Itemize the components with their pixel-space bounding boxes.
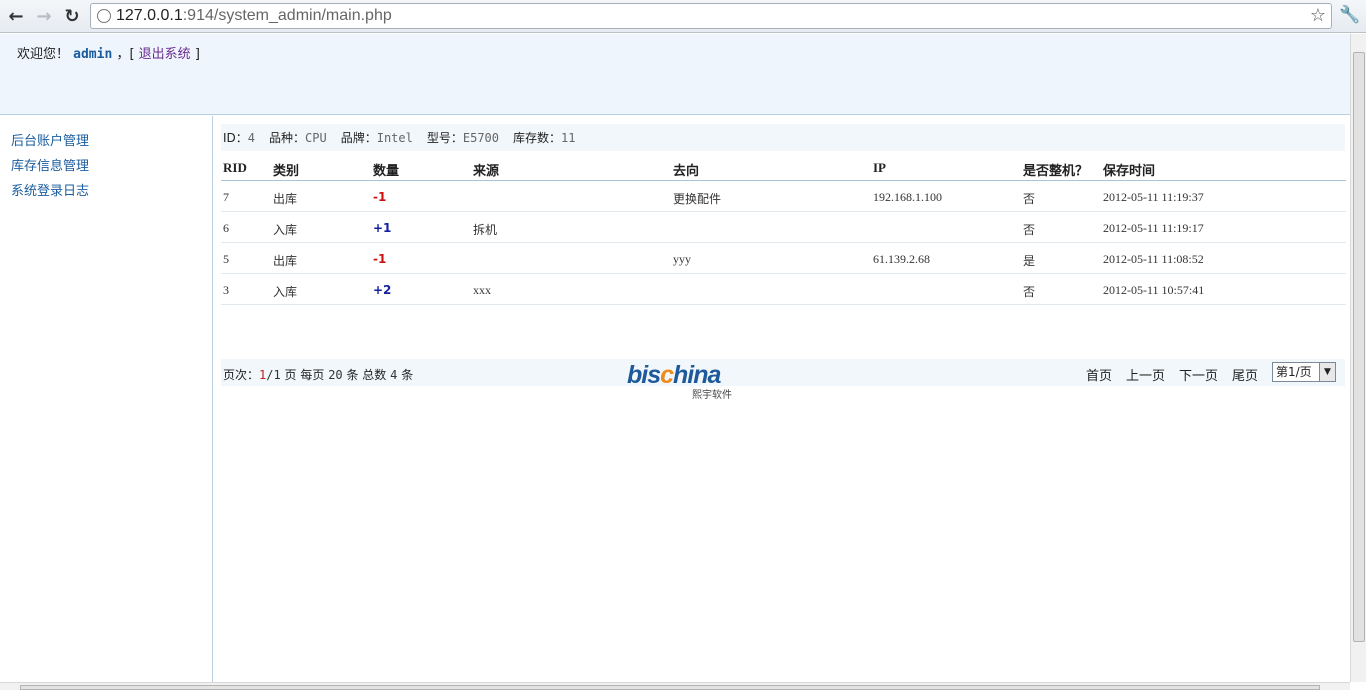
forward-arrow-icon[interactable]: → xyxy=(33,5,55,27)
page-select-value: 第1/页 xyxy=(1276,365,1312,379)
header-rid: RID xyxy=(223,160,247,175)
brand-value: Intel xyxy=(376,130,413,145)
table-row: 7 出库 -1 更换配件 192.168.1.100 否 2012-05-11 … xyxy=(221,181,1346,212)
cell-whole: 否 xyxy=(1023,285,1036,299)
cell-rid: 7 xyxy=(223,190,229,204)
per-page-value: 20 xyxy=(328,368,343,382)
id-value: 4 xyxy=(247,130,256,145)
cell-rid: 5 xyxy=(223,252,229,266)
cell-time: 2012-05-11 11:08:52 xyxy=(1103,252,1204,266)
model-label: 型号： xyxy=(426,131,463,145)
sidebar: 后台账户管理 库存信息管理 系统登录日志 xyxy=(0,116,213,682)
stock-value: 11 xyxy=(561,130,576,145)
logo-subtitle: 熙宇软件 xyxy=(692,390,732,401)
username: admin xyxy=(73,47,113,62)
cell-dest: 更换配件 xyxy=(673,192,722,206)
brand-label: 品牌： xyxy=(340,131,377,145)
browser-toolbar: ← → ↻ 127.0.0.1:914/system_admin/main.ph… xyxy=(0,0,1366,33)
logout-link[interactable]: 退出系统 xyxy=(139,47,191,62)
globe-icon xyxy=(97,9,111,23)
url-text[interactable]: 127.0.0.1:914/system_admin/main.php xyxy=(116,7,392,25)
cell-whole: 否 xyxy=(1023,192,1036,206)
vertical-scrollbar[interactable] xyxy=(1350,34,1366,682)
stock-log-table: RID 类别 数量 来源 去向 IP 是否整机？ 保存时间 7 出库 -1 更换… xyxy=(221,154,1346,305)
header-whole: 是否整机？ xyxy=(1023,164,1089,179)
type-value: CPU xyxy=(305,130,327,145)
cell-source: 拆机 xyxy=(473,223,498,237)
horizontal-scroll-thumb[interactable] xyxy=(20,685,1320,690)
prev-page-link[interactable]: 上一页 xyxy=(1126,365,1165,384)
header-qty: 数量 xyxy=(373,164,400,179)
type-label: 品种： xyxy=(269,131,306,145)
cell-qty: +2 xyxy=(373,283,392,297)
horizontal-scrollbar[interactable] xyxy=(0,682,1350,690)
header-ip: IP xyxy=(873,160,886,175)
model-value: E5700 xyxy=(462,130,499,145)
total-label: 条 总数 xyxy=(346,368,387,382)
cell-category: 入库 xyxy=(273,223,298,237)
page-label: 页次： xyxy=(223,368,260,382)
stock-label: 库存数： xyxy=(513,131,562,145)
header-category: 类别 xyxy=(273,164,300,179)
header-time: 保存时间 xyxy=(1103,164,1156,179)
cell-ip: 192.168.1.100 xyxy=(873,190,942,204)
cell-time: 2012-05-11 11:19:17 xyxy=(1103,221,1204,235)
address-bar[interactable]: 127.0.0.1:914/system_admin/main.php ☆ xyxy=(90,3,1332,29)
cell-qty: -1 xyxy=(373,190,387,204)
cell-qty: +1 xyxy=(373,221,392,235)
cell-whole: 是 xyxy=(1023,254,1036,268)
url-path: :914/system_admin/main.php xyxy=(182,7,392,24)
bracket-close: ] xyxy=(194,47,200,62)
per-page-label: 页 每页 xyxy=(284,368,325,382)
last-page-link[interactable]: 尾页 xyxy=(1232,365,1258,384)
dropdown-arrow-icon: ▼ xyxy=(1319,363,1335,381)
cell-category: 入库 xyxy=(273,285,298,299)
header-source: 来源 xyxy=(473,164,500,179)
cell-dest: yyy xyxy=(673,252,691,266)
sidebar-item-inventory[interactable]: 库存信息管理 xyxy=(11,155,89,174)
main-content: ID： 4 品种： CPU 品牌： Intel 型号： E5700 库存数： 11 RID… xyxy=(213,116,1350,682)
vertical-scroll-thumb[interactable] xyxy=(1353,52,1365,642)
cell-time: 2012-05-11 11:19:37 xyxy=(1103,190,1204,204)
sidebar-item-accounts[interactable]: 后台账户管理 xyxy=(11,130,89,149)
page-select[interactable]: 第1/页 ▼ xyxy=(1272,362,1336,382)
url-host: 127.0.0.1 xyxy=(116,7,183,24)
table-row: 5 出库 -1 yyy 61.139.2.68 是 2012-05-11 11:… xyxy=(221,243,1346,274)
cell-category: 出库 xyxy=(273,192,298,206)
total-pages: 1 xyxy=(273,368,281,382)
first-page-link[interactable]: 首页 xyxy=(1086,365,1112,384)
pagination-info: 页次：1/1 页 每页 20 条 总数 4 条 xyxy=(223,366,413,383)
cell-source: xxx xyxy=(473,283,491,297)
welcome-line: 欢迎您！ admin ，[ 退出系统 ] xyxy=(17,43,200,62)
id-label: ID： xyxy=(223,131,248,145)
cell-time: 2012-05-11 10:57:41 xyxy=(1103,283,1205,297)
welcome-prefix: 欢迎您！ xyxy=(17,47,70,62)
cell-category: 出库 xyxy=(273,254,298,268)
unit-label: 条 xyxy=(401,368,414,382)
next-page-link[interactable]: 下一页 xyxy=(1179,365,1218,384)
bischina-logo: bischina 熙宇软件 xyxy=(627,357,739,401)
table-row: 3 入库 +2 xxx 否 2012-05-11 10:57:41 xyxy=(221,274,1346,305)
top-header: 欢迎您！ admin ，[ 退出系统 ] xyxy=(0,34,1350,115)
pagination-bar: 页次：1/1 页 每页 20 条 总数 4 条 首页 上一页 下一页 尾页 第1… xyxy=(221,359,1345,386)
total-value: 4 xyxy=(390,368,398,382)
cell-qty: -1 xyxy=(373,252,387,266)
item-info-bar: ID： 4 品种： CPU 品牌： Intel 型号： E5700 库存数： 11 xyxy=(221,124,1345,151)
table-header: RID 类别 数量 来源 去向 IP 是否整机？ 保存时间 xyxy=(221,154,1346,181)
sidebar-item-login-log[interactable]: 系统登录日志 xyxy=(11,180,89,199)
page-viewport: 欢迎您！ admin ，[ 退出系统 ] 后台账户管理 库存信息管理 系统登录日… xyxy=(0,34,1350,682)
bookmark-star-icon[interactable]: ☆ xyxy=(1310,5,1326,26)
cell-ip: 61.139.2.68 xyxy=(873,252,930,266)
cell-rid: 6 xyxy=(223,221,229,235)
bracket-open: ，[ xyxy=(116,47,135,62)
back-arrow-icon[interactable]: ← xyxy=(5,5,27,27)
cell-rid: 3 xyxy=(223,283,229,297)
reload-icon[interactable]: ↻ xyxy=(61,5,83,27)
cell-whole: 否 xyxy=(1023,223,1036,237)
table-row: 6 入库 +1 拆机 否 2012-05-11 11:19:17 xyxy=(221,212,1346,243)
header-dest: 去向 xyxy=(673,164,700,179)
wrench-menu-icon[interactable]: 🔧 xyxy=(1339,5,1360,25)
